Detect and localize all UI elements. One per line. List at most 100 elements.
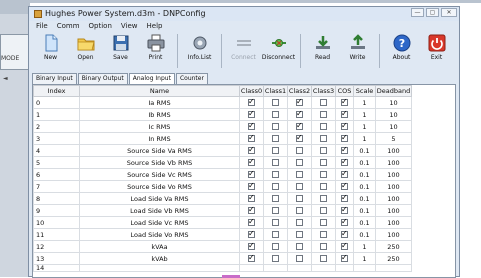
cell-name[interactable]: Load Side Va RMS [79,192,240,205]
column-header-name[interactable]: Name [79,85,240,97]
cell-scale[interactable]: 0.1 [353,204,376,217]
cell-scale[interactable]: 0.1 [353,168,376,181]
class0-checkbox[interactable] [248,205,255,214]
cell-index[interactable]: 2 [33,120,80,133]
cell-index[interactable]: 7 [33,180,80,193]
class2-checkbox[interactable] [296,97,303,106]
class0-checkbox[interactable] [248,193,255,202]
cell-index[interactable]: 0 [33,96,80,109]
class1-checkbox[interactable] [272,111,279,118]
class3-checkbox[interactable] [320,111,327,118]
table-row[interactable]: 5Source Side Vb RMS 0.1100 [33,156,412,169]
class3-checkbox[interactable] [320,255,327,262]
class1-checkbox[interactable] [272,231,279,238]
read-button[interactable]: Read [305,32,340,70]
table-row[interactable]: 9Load Side Vb RMS 0.1100 [33,204,412,217]
class3-checkbox[interactable] [320,219,327,226]
cos-checkbox[interactable] [341,217,348,226]
class0-checkbox[interactable] [248,157,255,166]
class3-checkbox[interactable] [320,99,327,106]
cell-name[interactable]: Load Side Vc RMS [79,216,240,229]
table-row[interactable]: 7Source Side Vo RMS 0.1100 [33,180,412,193]
class1-checkbox[interactable] [272,99,279,106]
menu-view[interactable]: View [121,21,138,32]
class2-checkbox[interactable] [296,121,303,130]
cell-deadband[interactable]: 100 [375,156,412,169]
cell-index[interactable]: 13 [33,252,80,265]
cell-deadband[interactable]: 5 [375,132,412,145]
cell-index[interactable]: 6 [33,168,80,181]
class0-checkbox[interactable] [248,217,255,226]
cell-deadband[interactable]: 100 [375,180,412,193]
class0-checkbox[interactable] [248,169,255,178]
cos-checkbox[interactable] [341,109,348,118]
cell-name[interactable]: kVAb [79,252,240,265]
cell-scale[interactable]: 1 [353,108,376,121]
cell-index[interactable]: 11 [33,228,80,241]
class2-checkbox[interactable] [296,133,303,142]
class0-checkbox[interactable] [248,133,255,142]
cell-name[interactable]: kVAa [79,240,240,253]
class1-checkbox[interactable] [272,255,279,262]
class3-checkbox[interactable] [320,159,327,166]
class1-checkbox[interactable] [272,159,279,166]
cell-scale[interactable]: 1 [353,96,376,109]
cos-checkbox[interactable] [341,97,348,106]
cell-deadband[interactable]: 250 [375,240,412,253]
column-header-class1[interactable]: Class1 [263,85,288,97]
column-header-index[interactable]: Index [33,85,80,97]
class3-checkbox[interactable] [320,135,327,142]
cos-checkbox[interactable] [341,157,348,166]
class1-checkbox[interactable] [272,207,279,214]
column-header-class0[interactable]: Class0 [239,85,264,97]
class0-checkbox[interactable] [248,97,255,106]
disconnect-button[interactable]: Disconnect [261,32,296,70]
cell-name[interactable]: In RMS [79,132,240,145]
about-button[interactable]: ? About [384,32,419,70]
cell-index[interactable]: 12 [33,240,80,253]
cell-index[interactable]: 14 [33,264,80,272]
cell-scale[interactable]: 0.1 [353,216,376,229]
cell-index[interactable]: 9 [33,204,80,217]
class2-checkbox[interactable] [296,219,303,226]
cos-checkbox[interactable] [341,133,348,142]
cell-scale[interactable]: 1 [353,120,376,133]
class2-checkbox[interactable] [296,159,303,166]
cell-deadband[interactable]: 100 [375,144,412,157]
cos-checkbox[interactable] [341,121,348,130]
cos-checkbox[interactable] [341,181,348,190]
new-button[interactable]: New [33,32,68,70]
class3-checkbox[interactable] [320,183,327,190]
connect-button[interactable]: Connect [226,32,261,70]
cos-checkbox[interactable] [341,193,348,202]
table-row[interactable]: 3In RMS 15 [33,132,412,145]
class2-checkbox[interactable] [296,255,303,262]
class1-checkbox[interactable] [272,123,279,130]
cell-scale[interactable]: 0.1 [353,228,376,241]
cell-index[interactable]: 5 [33,156,80,169]
cell-name[interactable]: Ia RMS [79,96,240,109]
cell-name[interactable]: Source Side Vb RMS [79,156,240,169]
class2-checkbox[interactable] [296,231,303,238]
tab-binary-input[interactable]: Binary Input [32,73,77,84]
class1-checkbox[interactable] [272,171,279,178]
scroll-left-arrow-icon[interactable]: ◄ [3,75,8,82]
class1-checkbox[interactable] [272,183,279,190]
class2-checkbox[interactable] [296,243,303,250]
tab-counter[interactable]: Counter [175,73,208,84]
column-header-class2[interactable]: Class2 [287,85,312,97]
class3-checkbox[interactable] [320,231,327,238]
table-row[interactable]: 6Source Side Vc RMS 0.1100 [33,168,412,181]
cell-scale[interactable]: 0.1 [353,156,376,169]
print-button[interactable]: Print [138,32,173,70]
maximize-button[interactable]: ▢ [426,8,439,17]
cell-name[interactable]: Ib RMS [79,108,240,121]
cell-scale[interactable]: 0.1 [353,192,376,205]
class2-checkbox[interactable] [296,171,303,178]
cell-name[interactable]: Source Side Va RMS [79,144,240,157]
table-row-partial[interactable]: 14 [33,264,412,272]
tab-binary-output[interactable]: Binary Output [77,73,128,84]
column-header-class3[interactable]: Class3 [311,85,336,97]
cos-checkbox[interactable] [341,145,348,154]
cell-deadband[interactable]: 100 [375,204,412,217]
